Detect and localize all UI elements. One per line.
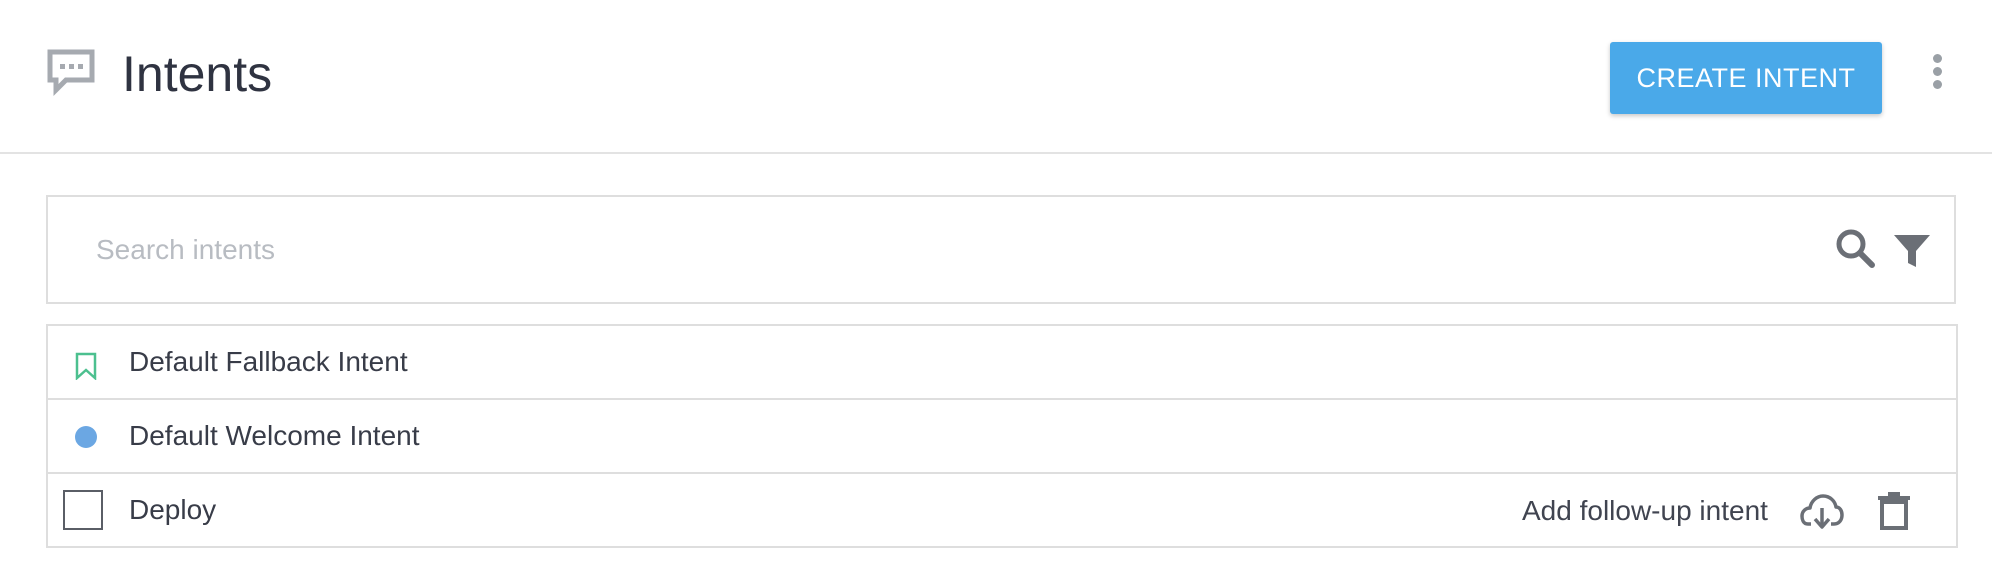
create-intent-button[interactable]: CREATE INTENT [1610, 42, 1882, 114]
search-bar [46, 195, 1956, 304]
add-followup-intent-link[interactable]: Add follow-up intent [1522, 493, 1768, 529]
page-title: Intents [122, 46, 273, 102]
intent-row-default-fallback[interactable]: Default Fallback Intent [48, 326, 1956, 400]
page-header: Intents CREATE INTENT [0, 0, 1992, 154]
bookmark-icon [75, 352, 97, 380]
cloud-download-icon[interactable] [1800, 492, 1844, 532]
search-input[interactable] [96, 223, 1796, 277]
intent-row-deploy[interactable]: Deploy Add follow-up intent [48, 474, 1956, 548]
intent-checkbox[interactable] [63, 490, 103, 530]
trash-icon[interactable] [1876, 490, 1912, 530]
filter-icon[interactable] [1890, 229, 1934, 271]
intent-name[interactable]: Deploy [129, 492, 216, 528]
intent-name[interactable]: Default Welcome Intent [129, 418, 420, 454]
intent-list: Default Fallback Intent Default Welcome … [46, 324, 1958, 548]
dot-icon [75, 426, 97, 448]
more-vertical-icon[interactable] [1926, 52, 1950, 92]
intent-name[interactable]: Default Fallback Intent [129, 344, 408, 380]
chat-bubble-icon [47, 49, 95, 97]
search-icon[interactable] [1834, 227, 1878, 271]
intent-row-default-welcome[interactable]: Default Welcome Intent [48, 400, 1956, 474]
